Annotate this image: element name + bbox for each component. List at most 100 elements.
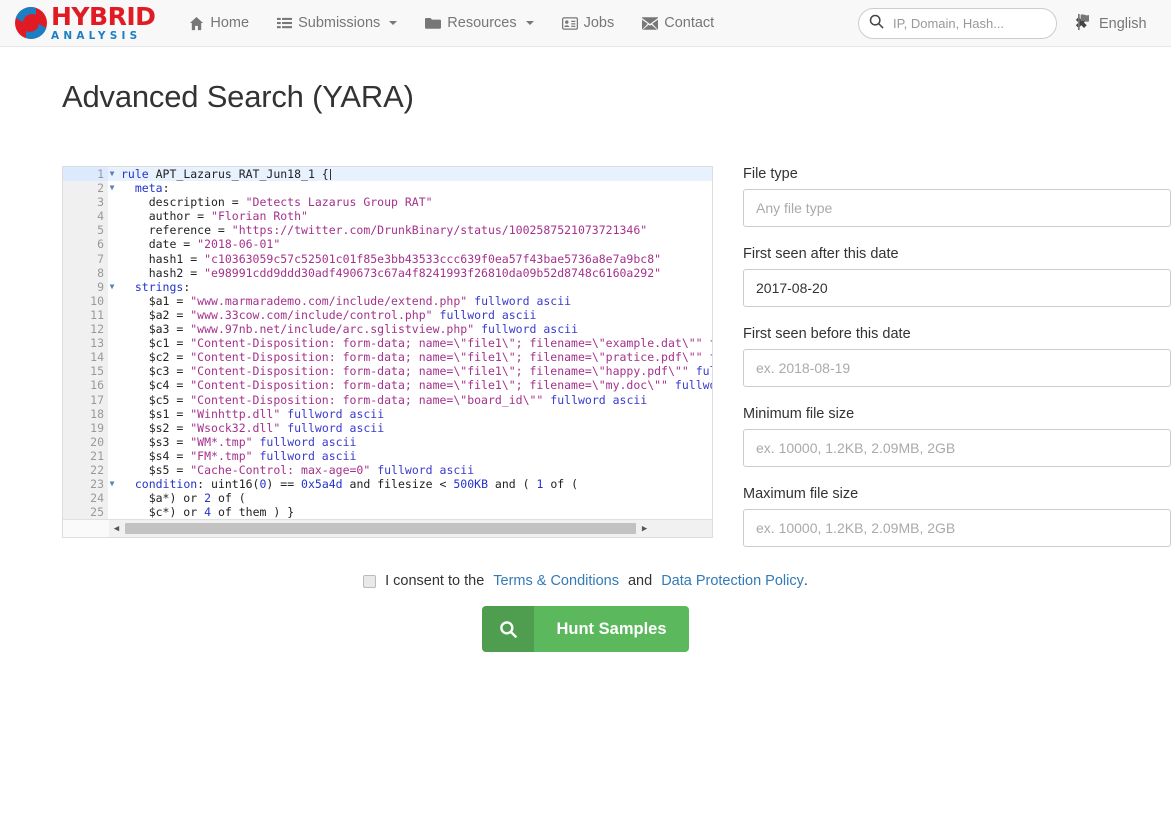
hunt-samples-label: Hunt Samples [534, 606, 689, 652]
submit-row: Hunt Samples [0, 606, 1171, 652]
top-navbar: HYBRID ANALYSIS Home Submissions Resourc… [0, 0, 1171, 47]
nav-item-resources-label: Resources [447, 15, 517, 31]
search-icon [482, 606, 535, 652]
chevron-down-icon [389, 21, 398, 25]
code-line[interactable]: 7 hash1 = "c10363059c57c52501c01f85e3bb4… [63, 251, 712, 266]
brand-logo[interactable]: HYBRID ANALYSIS [14, 1, 156, 45]
yara-rule-editor[interactable]: 1 ▼ rule APT_Lazarus_RAT_Jun18_1 {2 ▼ meta:… [62, 166, 713, 538]
code-line[interactable]: 11 $a2 = "www.33cow.com/include/control.… [63, 307, 712, 323]
line-number: 16 [63, 378, 108, 393]
code-line[interactable]: 14 $c2 = "Content-Disposition: form-data… [63, 350, 712, 365]
first-seen-after-input[interactable] [743, 269, 1171, 307]
fold-toggle-icon[interactable]: ▼ [107, 167, 117, 181]
global-search[interactable]: ✖ [858, 8, 1088, 39]
nav-item-jobs-label: Jobs [583, 15, 615, 31]
code-line[interactable]: 12 $a3 = "www.97nb.net/include/arc.sglis… [63, 322, 712, 337]
nav-items: Home Submissions Resources Jobs Contact [175, 0, 728, 47]
code-line[interactable]: 19 $s2 = "Wsock32.dll" fullword ascii [63, 420, 712, 435]
code-line[interactable]: 17 $c5 = "Content-Disposition: form-data… [63, 392, 712, 407]
search-filters-panel: File type First seen after this date Fir… [743, 166, 1171, 547]
code-line[interactable]: 21 $s4 = "FM*.tmp" fullword ascii [63, 448, 712, 463]
line-number: 17 [63, 392, 108, 407]
terms-and-conditions-link[interactable]: Terms & Conditions [493, 573, 619, 589]
brand-name-primary: HYBRID [51, 2, 156, 32]
fold-toggle-icon[interactable]: ▼ [107, 477, 117, 491]
code-text: hash1 = "c10363059c57c52501c01f85e3bb435… [121, 251, 662, 266]
consent-row: I consent to the Terms & Conditions and … [0, 573, 1171, 589]
first-seen-before-input[interactable] [743, 349, 1171, 387]
line-number: 10 [63, 293, 108, 308]
file-type-input[interactable] [743, 189, 1171, 227]
line-number: 25 [63, 505, 108, 520]
code-line[interactable]: 23 ▼ condition: uint16(0) == 0x5a4d and f… [63, 477, 712, 492]
hunt-samples-button[interactable]: Hunt Samples [482, 606, 689, 652]
nav-item-submissions-label: Submissions [298, 15, 381, 31]
code-text: $s2 = "Wsock32.dll" fullword ascii [121, 420, 385, 435]
nav-item-home[interactable]: Home [175, 0, 263, 47]
code-line[interactable]: 20 $s3 = "WM*.tmp" fullword ascii [63, 434, 712, 449]
line-number: 7 [63, 251, 108, 266]
code-line[interactable]: 3 description = "Detects Lazarus Group R… [63, 195, 712, 210]
maximum-file-size-input[interactable] [743, 509, 1171, 547]
code-line[interactable]: 5 reference = "https://twitter.com/Drunk… [63, 223, 712, 238]
code-line[interactable]: 6 date = "2018-06-01" [63, 237, 712, 252]
line-number: 12 [63, 322, 108, 337]
file-type-label: File type [743, 166, 798, 182]
scrollbar-track[interactable]: ◀ ▶ [109, 520, 712, 537]
scrollbar-thumb[interactable] [125, 523, 637, 534]
nav-item-jobs[interactable]: Jobs [548, 0, 629, 47]
scroll-left-arrow-icon[interactable]: ◀ [109, 524, 124, 534]
code-text: $a3 = "www.97nb.net/include/arc.sglistvi… [121, 322, 578, 337]
line-number: 24 [63, 491, 108, 506]
consent-text-middle: and [627, 573, 653, 589]
nav-item-home-label: Home [210, 15, 250, 31]
code-lines[interactable]: 1 ▼ rule APT_Lazarus_RAT_Jun18_1 {2 ▼ meta:… [63, 167, 712, 520]
line-number: 14 [63, 350, 108, 365]
first-seen-before-label: First seen before this date [743, 326, 911, 342]
folder-icon [425, 16, 442, 31]
scrollbar-gutter-spacer [63, 520, 109, 537]
line-number: 6 [63, 237, 108, 252]
fold-toggle-icon[interactable]: ▼ [107, 181, 117, 195]
code-text: $a1 = "www.marmarademo.com/include/exten… [121, 293, 572, 308]
code-line[interactable]: 15 $c3 = "Content-Disposition: form-data… [63, 364, 712, 379]
code-text: strings: [134, 279, 191, 294]
line-number: 22 [63, 462, 108, 478]
code-line[interactable]: 24 $a*) or 2 of ( [63, 491, 712, 506]
code-line[interactable]: 16 $c4 = "Content-Disposition: form-data… [63, 378, 712, 393]
code-line[interactable]: 9 ▼ strings: [63, 279, 712, 294]
consent-text-before: I consent to the [385, 573, 485, 589]
code-line[interactable]: 4 author = "Florian Roth" [63, 209, 712, 224]
envelope-icon [642, 16, 659, 30]
fold-toggle-icon[interactable]: ▼ [107, 280, 117, 294]
code-line[interactable]: 2 ▼ meta: [63, 181, 712, 196]
line-number: 20 [63, 434, 108, 449]
code-line[interactable]: 8 hash2 = "e98991cdd9ddd30adf490673c67a4… [63, 265, 712, 280]
code-text: $c*) or 4 of them ) } [121, 505, 295, 520]
data-protection-policy-link[interactable]: Data Protection Policy [661, 573, 804, 589]
code-line[interactable]: 10 $a1 = "www.marmarademo.com/include/ex… [63, 293, 712, 308]
code-text: hash2 = "e98991cdd9ddd30adf490673c67a4f8… [121, 265, 662, 280]
code-text: $c2 = "Content-Disposition: form-data; n… [121, 350, 712, 365]
code-text: $s3 = "WM*.tmp" fullword ascii [121, 434, 357, 449]
nav-item-contact[interactable]: Contact [628, 0, 728, 47]
code-line[interactable]: 25 $c*) or 4 of them ) } [63, 505, 712, 520]
consent-checkbox[interactable] [363, 574, 377, 588]
minimum-file-size-label: Minimum file size [743, 406, 855, 422]
line-number: 19 [63, 420, 108, 435]
nav-item-submissions[interactable]: Submissions [263, 0, 411, 47]
code-line[interactable]: 22 $s5 = "Cache-Control: max-age=0" full… [63, 462, 712, 478]
minimum-file-size-input[interactable] [743, 429, 1171, 467]
code-text: $c1 = "Content-Disposition: form-data; n… [121, 336, 712, 351]
nav-item-resources[interactable]: Resources [411, 0, 547, 47]
scroll-right-arrow-icon[interactable]: ▶ [637, 524, 652, 534]
code-line[interactable]: 1 ▼ rule APT_Lazarus_RAT_Jun18_1 { [63, 167, 712, 182]
code-text: $s5 = "Cache-Control: max-age=0" fullwor… [121, 462, 475, 477]
code-line[interactable]: 18 $s1 = "Winhttp.dll" fullword ascii [63, 406, 712, 421]
editor-horizontal-scrollbar[interactable]: ◀ ▶ [63, 519, 712, 537]
code-text: $c5 = "Content-Disposition: form-data; n… [121, 392, 648, 407]
search-input[interactable] [891, 15, 1071, 32]
code-text: $c4 = "Content-Disposition: form-data; n… [121, 378, 712, 393]
language-selector[interactable]: English [1078, 0, 1147, 47]
code-line[interactable]: 13 $c1 = "Content-Disposition: form-data… [63, 336, 712, 351]
